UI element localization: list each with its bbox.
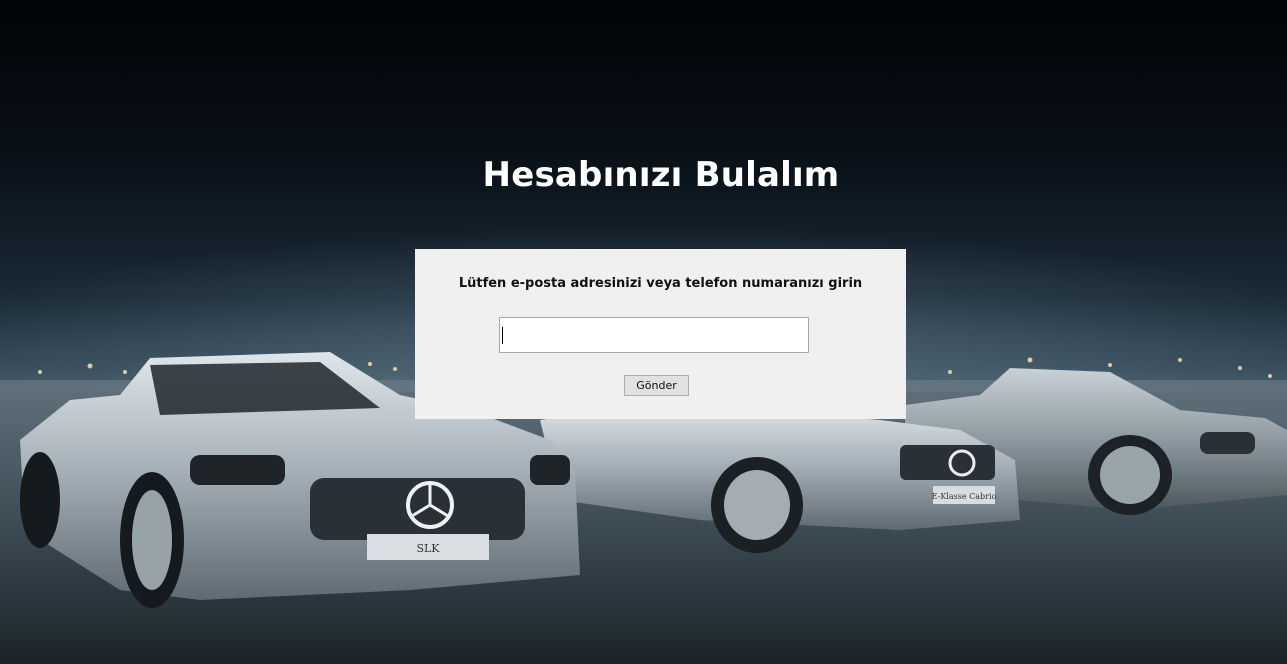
page-title: Hesabınızı Bulalım [482,155,840,195]
email-or-phone-input[interactable] [499,317,809,353]
instruction-text: Lütfen e-posta adresinizi veya telefon n… [458,276,863,291]
submit-button[interactable]: Gönder [624,375,689,396]
svg-text:SLK: SLK [416,542,440,555]
svg-text:E-Klasse Cabrio: E-Klasse Cabrio [932,492,997,501]
find-account-panel: Lütfen e-posta adresinizi veya telefon n… [415,249,906,419]
text-cursor [502,327,503,344]
